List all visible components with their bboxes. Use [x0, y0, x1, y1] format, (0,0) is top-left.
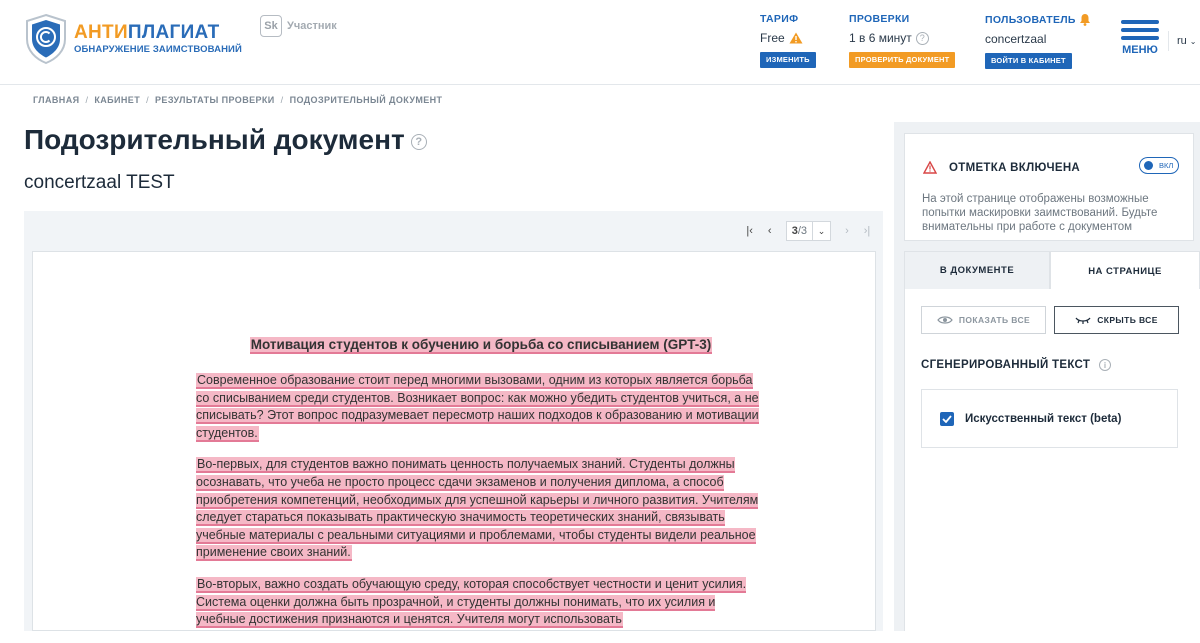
breadcrumb-item-results[interactable]: РЕЗУЛЬТАТЫ ПРОВЕРКИ [155, 95, 275, 105]
language-selector[interactable]: ru ⌄ [1168, 31, 1196, 51]
page-select[interactable]: 3/3 ⌄ [785, 221, 831, 241]
menu-label: МЕНЮ [1122, 44, 1158, 56]
breadcrumb-item-cabinet[interactable]: КАБИНЕТ [94, 95, 140, 105]
checkmark-icon [942, 414, 952, 423]
ai-text-option: Искусственный текст (beta) [921, 389, 1178, 448]
sidebar-tabs: В ДОКУМЕНТЕ НА СТРАНИЦЕ [904, 251, 1200, 290]
sk-label: Участник [287, 20, 337, 32]
document-paragraph: Во-вторых, важно создать обучающую среду… [196, 576, 747, 629]
user-block: ПОЛЬЗОВАТЕЛЬ concertzaal ВОЙТИ В КАБИНЕТ [985, 13, 1091, 69]
top-header: АНТИПЛАГИАТ ОБНАРУЖЕНИЕ ЗАИМСТВОВАНИЙ Sk… [0, 0, 1200, 85]
tab-on-page[interactable]: НА СТРАНИЦЕ [1050, 251, 1200, 290]
prev-page-icon[interactable]: ‹ [762, 223, 778, 239]
check-document-button[interactable]: ПРОВЕРИТЬ ДОКУМЕНТ [849, 52, 956, 68]
logo-subtitle: ОБНАРУЖЕНИЕ ЗАИМСТВОВАНИЙ [74, 44, 242, 55]
tariff-caption: ТАРИФ [760, 13, 799, 25]
login-cabinet-button[interactable]: ВОЙТИ В КАБИНЕТ [985, 53, 1072, 69]
generated-text-heading: СГЕНЕРИРОВАННЫЙ ТЕКСТ i [921, 359, 1112, 371]
next-page-icon[interactable]: › [839, 223, 855, 239]
language-value: ru [1177, 35, 1187, 47]
eye-icon [937, 316, 953, 324]
eye-closed-icon [1075, 317, 1091, 324]
bell-icon[interactable] [1079, 13, 1091, 26]
document-paragraph: Современное образование стоит перед мног… [196, 373, 759, 442]
breadcrumb: ГЛАВНАЯ / КАБИНЕТ / РЕЗУЛЬТАТЫ ПРОВЕРКИ / П… [33, 95, 443, 105]
user-caption: ПОЛЬЗОВАТЕЛЬ [985, 13, 1076, 26]
document-heading: Мотивация студентов к обучению и борьба … [249, 337, 713, 354]
antiplagiat-logo[interactable]: АНТИПЛАГИАТ ОБНАРУЖЕНИЕ ЗАИМСТВОВАНИЙ [24, 13, 242, 65]
ai-text-label: Искусственный текст (beta) [965, 412, 1122, 425]
chevron-down-icon: ⌄ [1189, 36, 1197, 46]
info-icon[interactable]: i [1099, 359, 1112, 371]
warning-icon [923, 161, 937, 174]
checks-value: 1 в 6 минут [849, 31, 912, 45]
tariff-value: Free [760, 31, 785, 45]
username: concertzaal [985, 32, 1047, 46]
show-all-button[interactable]: ПОКАЗАТЬ ВСЕ [921, 306, 1046, 334]
document-viewer: |‹ ‹ 3/3 ⌄ › ›| Мотивация студентов к об… [24, 211, 883, 631]
sk-logo-icon: Sk [260, 15, 282, 37]
page-navigator: |‹ ‹ 3/3 ⌄ › ›| [740, 221, 877, 241]
hide-all-button[interactable]: СКРЫТЬ ВСЕ [1054, 306, 1179, 334]
help-icon[interactable]: ? [410, 134, 427, 150]
hamburger-icon [1121, 20, 1159, 24]
shield-logo-icon [26, 13, 66, 65]
menu-button[interactable]: МЕНЮ [1120, 20, 1160, 56]
document-name: concertzaal TEST [24, 172, 175, 193]
skolkovo-participant-badge: Sk Участник [260, 15, 337, 37]
checks-block: ПРОВЕРКИ 1 в 6 минут ? ПРОВЕРИТЬ ДОКУМЕН… [849, 13, 956, 68]
sidebar: ОТМЕТКА ВКЛЮЧЕНА ВКЛ На этой странице от… [894, 122, 1200, 631]
tariff-block: ТАРИФ Free ИЗМЕНИТЬ [760, 13, 816, 68]
help-icon[interactable]: ? [915, 31, 929, 45]
checks-caption: ПРОВЕРКИ [849, 13, 910, 25]
document-page: Мотивация студентов к обучению и борьба … [32, 251, 876, 631]
tab-in-document[interactable]: В ДОКУМЕНТЕ [904, 251, 1050, 290]
page-title: Подозрительный документ ? [24, 124, 427, 156]
document-paragraph: Во-первых, для студентов важно понимать … [196, 457, 759, 562]
chevron-down-icon[interactable]: ⌄ [812, 222, 830, 240]
marking-notice: ОТМЕТКА ВКЛЮЧЕНА ВКЛ На этой странице от… [904, 133, 1194, 241]
logo-title-part1: АНТИ [74, 22, 128, 43]
breadcrumb-item-current: ПОДОЗРИТЕЛЬНЫЙ ДОКУМЕНТ [289, 95, 443, 105]
notice-title: ОТМЕТКА ВКЛЮЧЕНА [949, 161, 1081, 174]
warning-icon [789, 32, 803, 44]
total-pages: /3 [797, 225, 807, 237]
ai-text-checkbox[interactable] [940, 411, 954, 426]
notice-text: На этой странице отображены возможные по… [922, 193, 1158, 233]
first-page-icon[interactable]: |‹ [742, 223, 758, 239]
breadcrumb-item-home[interactable]: ГЛАВНАЯ [33, 95, 79, 105]
change-tariff-button[interactable]: ИЗМЕНИТЬ [760, 52, 816, 68]
tab-panel: ПОКАЗАТЬ ВСЕ СКРЫТЬ ВСЕ СГЕНЕРИРОВАННЫЙ … [904, 289, 1200, 631]
marking-toggle[interactable]: ВКЛ [1139, 157, 1179, 174]
toggle-label: ВКЛ [1159, 161, 1174, 170]
last-page-icon[interactable]: ›| [859, 223, 875, 239]
logo-title-part2: ПЛАГИАТ [127, 22, 220, 43]
